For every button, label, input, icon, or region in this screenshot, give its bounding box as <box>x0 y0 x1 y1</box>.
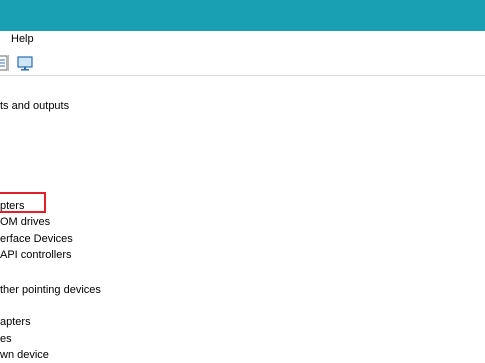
tree-item-dvd-cdrom-drives[interactable]: OM drives <box>0 214 50 230</box>
toolbar <box>0 51 485 76</box>
tree-item-ports[interactable]: ts and outputs <box>0 98 69 114</box>
title-bar <box>0 0 485 31</box>
toolbar-separator <box>8 55 9 71</box>
tree-item-human-interface-devices[interactable]: erface Devices <box>0 231 73 247</box>
tree-item-ide-atapi-controllers[interactable]: API controllers <box>0 247 72 263</box>
tree-item-unknown-device[interactable]: wn device <box>0 347 49 363</box>
tree-item-print-queues[interactable]: es <box>0 331 12 347</box>
menu-bar: Help <box>0 31 485 51</box>
menu-help[interactable]: Help <box>11 33 34 45</box>
highlight-box <box>0 192 46 213</box>
scan-hardware-icon[interactable] <box>16 54 34 72</box>
device-tree: ts and outputs pters OM drives erface De… <box>0 76 485 363</box>
tree-item-network-adapters[interactable]: apters <box>0 314 31 330</box>
tree-item-mice-pointing-devices[interactable]: ther pointing devices <box>0 282 101 298</box>
